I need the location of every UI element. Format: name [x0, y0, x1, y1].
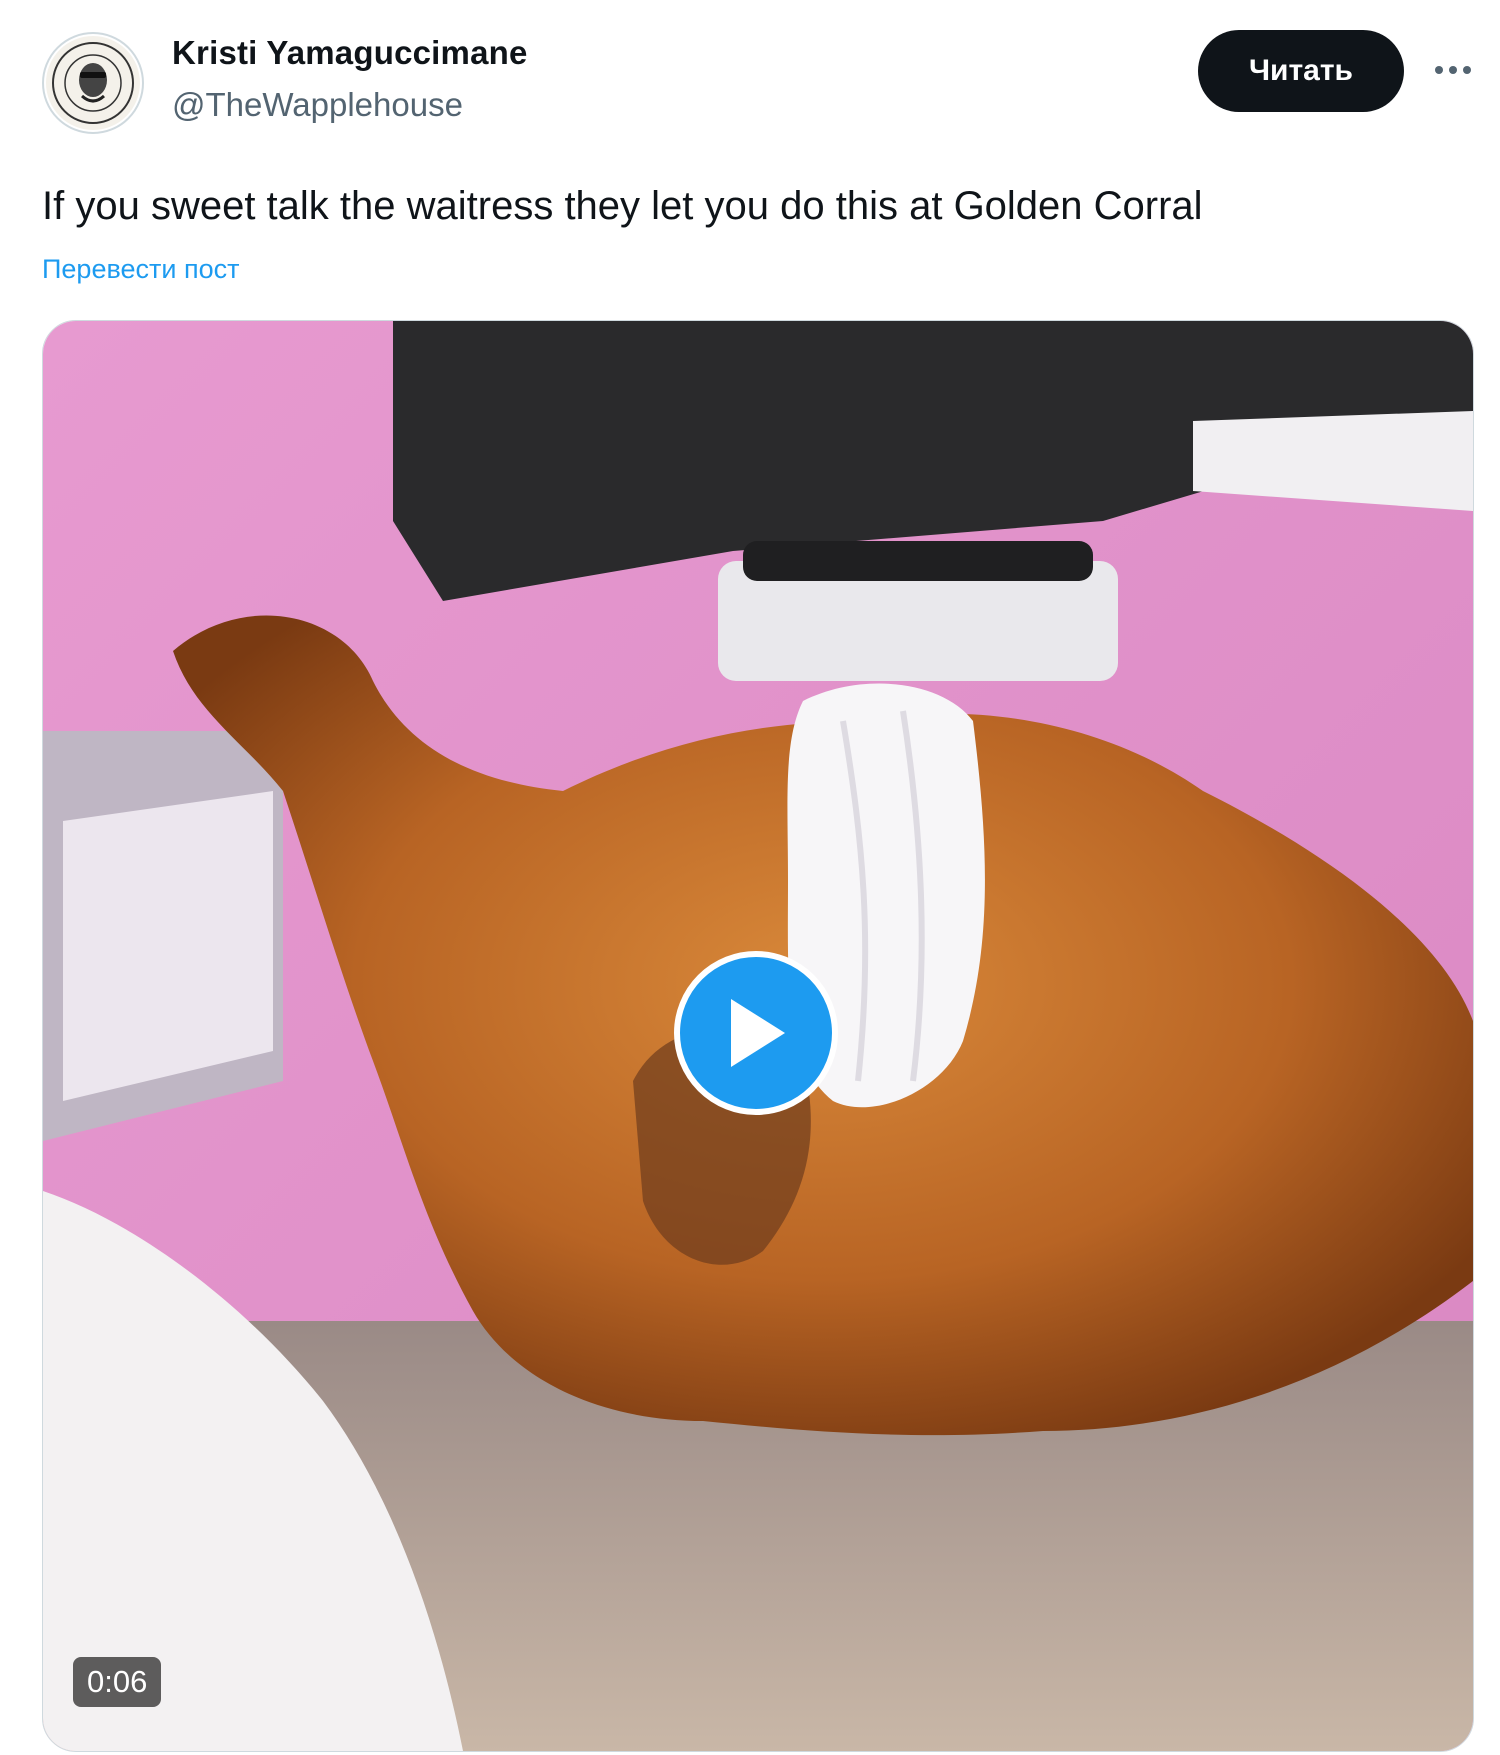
author-name[interactable]: Kristi Yamaguccimane — [172, 34, 528, 72]
more-button[interactable] — [1428, 50, 1478, 90]
video-duration-badge: 0:06 — [73, 1657, 162, 1707]
play-button[interactable] — [674, 951, 838, 1115]
play-icon — [731, 999, 785, 1067]
tweet-header: Kristi Yamaguccimane @TheWapplehouse Чит… — [0, 0, 1500, 150]
avatar[interactable] — [42, 32, 144, 134]
more-dots-icon — [1435, 66, 1471, 74]
video-player[interactable]: 0:06 — [42, 320, 1474, 1752]
tweet-text: If you sweet talk the waitress they let … — [42, 184, 1203, 228]
translate-post-link[interactable]: Перевести пост — [42, 254, 239, 285]
author-handle[interactable]: @TheWapplehouse — [172, 86, 463, 124]
follow-button[interactable]: Читать — [1198, 30, 1404, 112]
avatar-logo-icon — [46, 36, 140, 130]
